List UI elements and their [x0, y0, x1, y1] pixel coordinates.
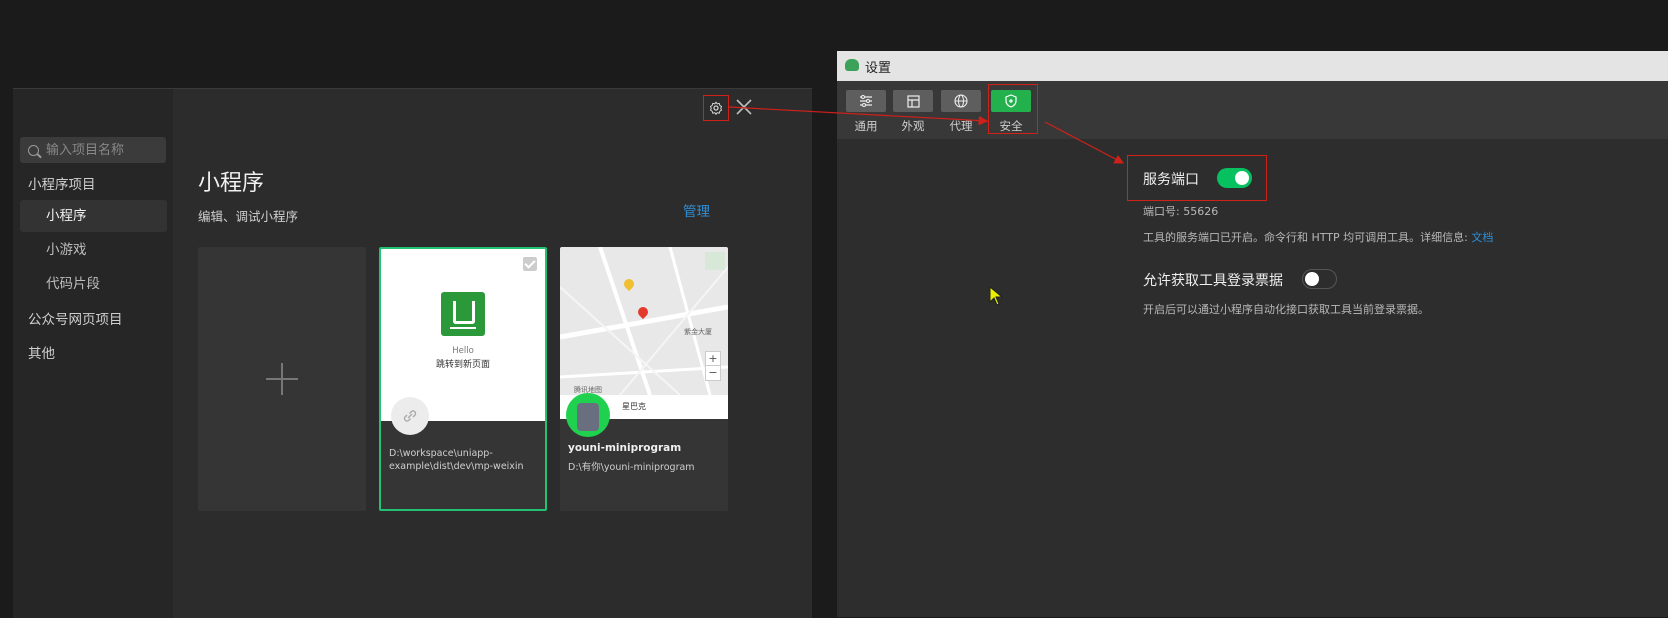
gear-icon [709, 101, 723, 115]
map-place-label: 星巴克 [622, 402, 646, 411]
project-path: D:\有你\youni-miniprogram [568, 462, 695, 473]
service-port-toggle[interactable] [1217, 168, 1252, 188]
project-path: D:\workspace\uniapp-example\dist\dev\mp-… [389, 448, 524, 472]
tab-appearance[interactable] [893, 90, 933, 112]
page-subtitle: 编辑、调试小程序 [198, 209, 299, 224]
page-title: 小程序 [198, 171, 265, 196]
tab-proxy[interactable] [941, 90, 981, 112]
project-sidebar: 小程序项目 小程序 小游戏 代码片段 公众号网页项目 其他 [13, 89, 173, 618]
settings-titlebar: 设置 [837, 51, 1668, 81]
plus-icon [266, 363, 298, 395]
project-card-youni[interactable]: 紫金大厦 腾讯地图 + − 星巴克 youni-miniprogram D:\有… [560, 247, 728, 511]
close-icon[interactable] [735, 98, 753, 116]
tab-proxy-label[interactable]: 代理 [941, 118, 981, 134]
search-input[interactable] [44, 141, 158, 159]
add-project-card[interactable] [198, 247, 366, 511]
zoom-out-icon: − [705, 365, 721, 381]
link-icon [403, 410, 417, 422]
project-card[interactable]: Hello 跳转到新页面 D:\workspace\uniapp-example… [379, 247, 547, 511]
mouse-cursor-icon [989, 286, 1003, 306]
highlight-box [988, 84, 1038, 134]
nav-item-code-snippet[interactable]: 代码片段 [20, 268, 167, 300]
project-window: 小程序项目 小程序 小游戏 代码片段 公众号网页项目 其他 小程序 编辑、调试小… [13, 88, 812, 618]
manage-link[interactable]: 管理 [683, 200, 710, 220]
avatar [566, 393, 610, 437]
login-ticket-label: 允许获取工具登录票据 [1143, 273, 1283, 289]
login-ticket-desc: 开启后可以通过小程序自动化接口获取工具当前登录票据。 [1143, 303, 1429, 316]
settings-title: 设置 [865, 61, 892, 76]
thumb-hello-text: Hello [452, 346, 474, 356]
globe-icon [954, 94, 968, 108]
wechat-devtools-icon [845, 59, 859, 71]
settings-toolbar: 通用 外观 代理 安全 [837, 81, 1668, 139]
sliders-icon [860, 95, 872, 107]
nav-group-miniprogram[interactable]: 小程序项目 [28, 173, 96, 193]
service-port-desc-text: 工具的服务端口已开启。命令行和 HTTP 均可调用工具。详细信息: [1143, 231, 1472, 244]
tab-general[interactable] [846, 90, 886, 112]
port-number-text: 端口号: 55626 [1143, 205, 1219, 218]
nav-item-minigame[interactable]: 小游戏 [20, 234, 167, 266]
map-label: 紫金大厦 [684, 328, 712, 336]
thumb-jump-text: 跳转到新页面 [435, 360, 490, 370]
project-name: youni-miniprogram [568, 442, 682, 454]
search-icon [28, 144, 39, 156]
tab-general-label[interactable]: 通用 [846, 118, 886, 134]
map-roads [560, 247, 728, 396]
avatar [391, 397, 429, 435]
settings-window: 设置 通用 外观 代理 安全 服务端口 端口号: 55626 工具的服务端口已开… [837, 51, 1668, 617]
service-port-label: 服务端口 [1143, 172, 1199, 188]
select-checkbox[interactable] [523, 257, 537, 271]
search-box[interactable] [20, 137, 166, 163]
layout-icon [906, 94, 920, 108]
nav-group-other[interactable]: 其他 [28, 342, 55, 362]
tab-appearance-label[interactable]: 外观 [893, 118, 933, 134]
login-ticket-toggle[interactable] [1302, 269, 1337, 289]
doc-link[interactable]: 文档 [1471, 231, 1493, 244]
nav-group-official-account[interactable]: 公众号网页项目 [28, 308, 123, 328]
uniapp-logo-icon [441, 292, 485, 336]
nav-item-miniprogram[interactable]: 小程序 [20, 200, 167, 232]
project-thumbnail: Hello 跳转到新页面 [381, 249, 545, 421]
service-port-desc: 工具的服务端口已开启。命令行和 HTTP 均可调用工具。详细信息: 文档 [1143, 229, 1493, 245]
settings-button[interactable] [703, 95, 729, 121]
